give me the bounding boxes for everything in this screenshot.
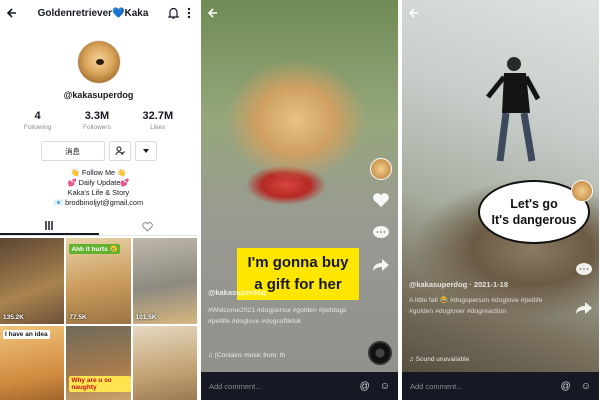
video-thumbnail[interactable]: I have an idea <box>0 326 65 400</box>
bio-line: 💕 Daily Update💕 <box>67 178 130 187</box>
profile-title: Goldenretriever💙Kaka <box>37 7 149 19</box>
bio-line: Kaka's Life & Story <box>67 188 130 197</box>
video-username[interactable]: @kakasuperdog <box>208 288 266 297</box>
video-panel-1: I'm gonna buy a gift for her @kakasuperd… <box>201 0 398 400</box>
video-grid: 135.2K Ahh it hurts 😢 77.5K 101.5K I hav… <box>0 238 197 400</box>
comment-input[interactable]: Add comment... <box>209 382 350 391</box>
stat-label: Following <box>23 124 52 131</box>
view-count: 101.5K <box>135 314 157 321</box>
stat-label: Followers <box>83 124 111 131</box>
thumbnail-caption: I have an idea <box>3 330 50 339</box>
stat-followers[interactable]: 3.3M Followers <box>83 110 111 131</box>
follow-user-button[interactable] <box>108 141 131 161</box>
stat-value: 4 <box>34 110 41 122</box>
thumbnail-caption: Ahh it hurts 😢 <box>69 244 120 254</box>
video-hashtags[interactable]: A little fall 😂 #dogsperson #doglove #pe… <box>409 295 559 317</box>
more-options-icon[interactable] <box>187 7 191 19</box>
at-mention-icon[interactable]: @ <box>561 381 571 392</box>
action-rail <box>571 180 593 202</box>
bio-line: 👋 Follow Me 👋 <box>70 168 127 177</box>
music-label[interactable]: ♫ (Contains music from: th <box>208 352 285 359</box>
creator-avatar[interactable] <box>571 180 593 202</box>
comment-bar: Add comment... @ ☺ <box>402 372 599 400</box>
tab-liked[interactable] <box>99 218 198 235</box>
bio-email[interactable]: 📧 brodbinoljyt@gmail.com <box>0 198 197 208</box>
caption-line: I'm gonna buy <box>247 254 349 271</box>
video-panel-2: Let's go It's dangerous @kakasuperdog · … <box>402 0 599 400</box>
back-arrow-icon[interactable] <box>408 6 420 24</box>
stat-likes: 32.7M Likes <box>143 110 174 131</box>
stat-value: 3.3M <box>84 110 110 122</box>
user-check-icon <box>115 146 125 156</box>
action-rail-lower <box>575 262 593 320</box>
back-arrow-icon[interactable] <box>207 6 219 24</box>
video-thumbnail[interactable]: Why are u so naughty <box>66 326 131 400</box>
profile-handle: @kakasuperdog <box>63 90 134 100</box>
avatar[interactable] <box>76 40 121 84</box>
view-count: 77.5K <box>69 314 87 321</box>
bubble-line: It's dangerous <box>491 213 577 227</box>
music-label[interactable]: ♫ Sound unavailable <box>409 356 469 363</box>
profile-action-row: 消息 <box>0 141 197 161</box>
video-thumbnail[interactable]: 101.5K <box>132 238 197 324</box>
stat-value: 32.7M <box>142 110 174 122</box>
video-hashtags[interactable]: #Welcome2021 #dogpersol #golden #petdogs… <box>208 305 358 327</box>
profile-panel: Goldenretriever💙Kaka @kakasuperdog 4 Fol… <box>0 0 197 400</box>
comment-icon[interactable] <box>372 225 390 246</box>
bubble-line: Let's go <box>510 197 558 211</box>
video-username[interactable]: @kakasuperdog · 2021-1-18 <box>409 280 508 289</box>
music-disc-icon[interactable] <box>368 341 392 365</box>
heart-outline-icon <box>142 221 154 232</box>
video-thumbnail[interactable] <box>132 326 197 400</box>
video-thumbnail[interactable]: 135.2K <box>0 238 65 324</box>
video-thumbnail[interactable]: Ahh it hurts 😢 77.5K <box>66 238 131 324</box>
like-heart-icon[interactable] <box>372 192 390 213</box>
action-rail <box>370 158 392 277</box>
view-count: 135.2K <box>3 314 24 321</box>
stat-following[interactable]: 4 Following <box>24 110 51 131</box>
back-arrow-icon[interactable] <box>6 7 18 19</box>
dropdown-button[interactable] <box>134 141 157 161</box>
emoji-icon[interactable]: ☺ <box>581 381 591 392</box>
bell-icon[interactable] <box>168 7 179 19</box>
caret-down-icon <box>142 149 149 153</box>
comment-icon[interactable] <box>575 262 593 283</box>
tab-videos[interactable] <box>0 218 99 235</box>
emoji-icon[interactable]: ☺ <box>380 381 390 392</box>
comment-bar: Add comment... @ ☺ <box>201 372 398 400</box>
scene-figure <box>486 57 541 162</box>
profile-tabs <box>0 218 197 236</box>
thumbnail-caption: Why are u so naughty <box>69 376 131 392</box>
comment-input[interactable]: Add comment... <box>410 382 551 391</box>
profile-stats: 4 Following 3.3M Followers 32.7M Likes <box>8 110 189 131</box>
message-button[interactable]: 消息 <box>40 141 105 161</box>
profile-topbar: Goldenretriever💙Kaka <box>0 0 197 26</box>
stat-label: Likes <box>150 124 166 131</box>
share-arrow-icon[interactable] <box>372 258 390 277</box>
profile-bio: 👋 Follow Me 👋 💕 Daily Update💕 Kaka's Lif… <box>0 168 197 208</box>
share-arrow-icon[interactable] <box>575 301 593 320</box>
at-mention-icon[interactable]: @ <box>360 381 370 392</box>
creator-avatar[interactable] <box>370 158 392 180</box>
screenshot-collage: Goldenretriever💙Kaka @kakasuperdog 4 Fol… <box>0 0 600 400</box>
grid-icon <box>45 221 53 230</box>
